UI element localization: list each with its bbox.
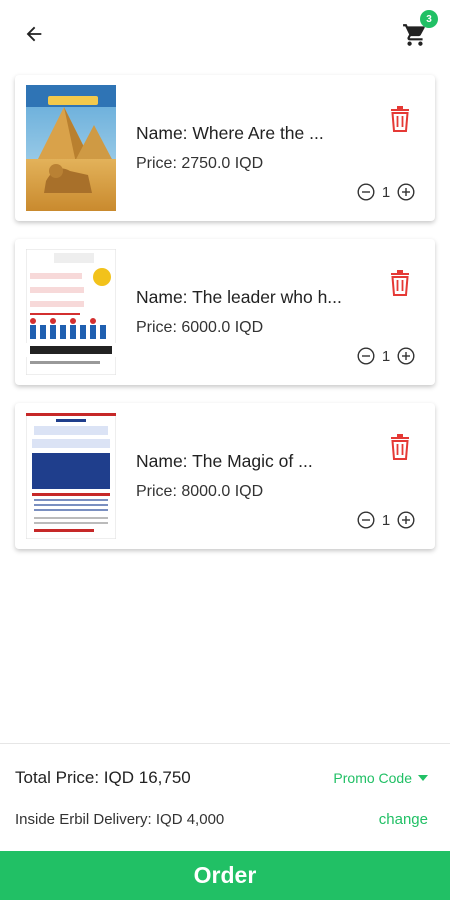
change-delivery-link[interactable]: change (379, 811, 428, 828)
cart-item-card[interactable]: Name: The leader who h... Price: 6000.0 … (15, 239, 435, 385)
trash-icon (391, 434, 409, 460)
plus-circle-icon[interactable] (397, 183, 415, 201)
caret-down-icon (418, 775, 428, 781)
total-price: Total Price: IQD 16,750 (15, 768, 191, 787)
quantity-stepper: 1 (357, 183, 415, 201)
quantity-stepper: 1 (357, 347, 415, 365)
book-cover-image (26, 249, 116, 375)
cart-item-card[interactable]: Name: Where Are the ... Price: 2750.0 IQ… (15, 75, 435, 221)
minus-circle-icon[interactable] (357, 511, 375, 529)
cart-item-card[interactable]: Name: The Magic of ... Price: 8000.0 IQD… (15, 403, 435, 549)
item-price: Price: 8000.0 IQD (136, 483, 264, 500)
item-price: Price: 2750.0 IQD (136, 155, 264, 172)
plus-circle-icon[interactable] (397, 511, 415, 529)
item-name: Name: The Magic of ... (136, 451, 313, 471)
arrow-left-icon (26, 26, 42, 42)
item-name: Name: Where Are the ... (136, 123, 324, 143)
quantity-value: 1 (381, 347, 391, 365)
quantity-value: 1 (381, 183, 391, 201)
item-name: Name: The leader who h... (136, 287, 342, 307)
delete-item-button[interactable] (388, 105, 412, 133)
order-summary: Total Price: IQD 16,750 Promo Code Insid… (0, 743, 450, 851)
delete-item-button[interactable] (388, 433, 412, 461)
delivery-fee: Inside Erbil Delivery: IQD 4,000 (15, 811, 225, 828)
delete-item-button[interactable] (388, 269, 412, 297)
minus-circle-icon[interactable] (357, 347, 375, 365)
promo-code-dropdown[interactable]: Promo Code (333, 770, 428, 786)
item-price: Price: 6000.0 IQD (136, 319, 264, 336)
quantity-value: 1 (381, 511, 391, 529)
order-button[interactable]: Order (0, 851, 450, 900)
cart-items-list: Name: Where Are the ... Price: 2750.0 IQ… (15, 75, 435, 567)
trash-icon (391, 106, 409, 132)
top-app-bar: 3 (0, 0, 450, 70)
trash-icon (391, 270, 409, 296)
minus-circle-icon[interactable] (357, 183, 375, 201)
back-button[interactable] (18, 20, 50, 48)
book-cover-image (26, 413, 116, 539)
cart-count-badge: 3 (420, 10, 438, 28)
quantity-stepper: 1 (357, 511, 415, 529)
plus-circle-icon[interactable] (397, 347, 415, 365)
book-cover-image (26, 85, 116, 211)
promo-code-label: Promo Code (333, 770, 412, 786)
cart-button[interactable]: 3 (400, 10, 438, 50)
